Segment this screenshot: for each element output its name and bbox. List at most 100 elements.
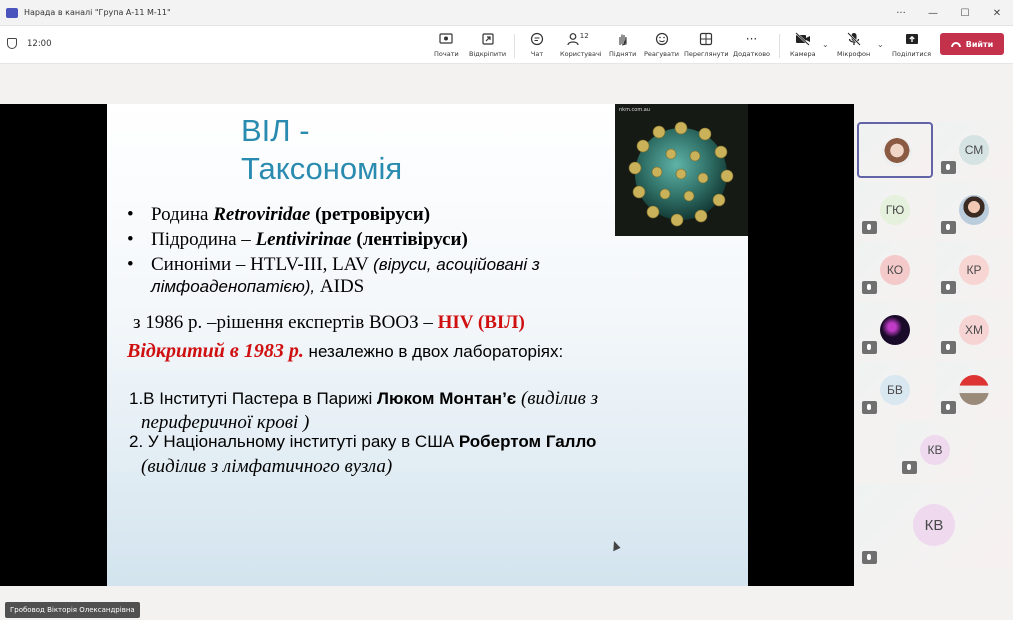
record-icon bbox=[439, 30, 453, 48]
participant-tile[interactable] bbox=[857, 122, 933, 178]
title-bar: Нарада в каналі "Група А-11 М-11" ··· — … bbox=[0, 0, 1013, 26]
bullet-text: Підродина – bbox=[151, 229, 256, 250]
toolbar-separator bbox=[514, 34, 515, 58]
participant-tile[interactable]: БВ bbox=[857, 362, 933, 418]
participant-tile[interactable] bbox=[857, 302, 933, 358]
shield-icon bbox=[7, 38, 17, 49]
lab2-text: 2. У Національному інституті раку в США bbox=[129, 432, 459, 451]
bullet-bold-term: Retroviridae bbox=[213, 204, 311, 225]
maximize-icon[interactable]: ☐ bbox=[949, 0, 981, 26]
view-button[interactable]: Переглянути bbox=[684, 30, 729, 58]
chat-icon bbox=[530, 30, 544, 48]
avatar: БВ bbox=[880, 375, 910, 405]
participant-tile[interactable]: СМ bbox=[936, 122, 1012, 178]
bullet-bold-suffix: (ретровіруси) bbox=[310, 204, 431, 225]
view-icon bbox=[699, 30, 713, 48]
slide-title: ВІЛ - Таксономія bbox=[241, 112, 402, 188]
avatar bbox=[959, 195, 989, 225]
window-more-icon[interactable]: ··· bbox=[885, 0, 917, 26]
mic-muted-icon bbox=[862, 281, 877, 294]
participant-gallery: СМ ГЮ КО КР ХМ БВ КВ КВ bbox=[854, 104, 1013, 586]
meeting-toolbar: 12:00 Почати Відкріпити Чат 12 Користува… bbox=[0, 26, 1013, 64]
raise-hand-button[interactable]: Підняти bbox=[609, 30, 636, 58]
mic-muted-icon bbox=[902, 461, 917, 474]
avatar bbox=[880, 315, 910, 345]
image-source-label: nkm.com.au bbox=[619, 107, 651, 113]
raise-hand-icon bbox=[616, 30, 630, 48]
mic-off-icon bbox=[846, 30, 861, 48]
teams-logo-icon bbox=[6, 7, 18, 18]
hiv-virus-image: nkm.com.au bbox=[615, 104, 748, 236]
unpin-label: Відкріпити bbox=[469, 50, 507, 58]
avatar: ХМ bbox=[959, 315, 989, 345]
discovery-text: незалежно в двох лабораторіях: bbox=[303, 342, 564, 361]
window-title: Нарада в каналі "Група А-11 М-11" bbox=[24, 8, 171, 17]
camera-label: Камера bbox=[790, 50, 816, 58]
camera-off-icon bbox=[795, 30, 811, 48]
react-button[interactable]: Реагувати bbox=[644, 30, 679, 58]
lab1-continuation: периферичної крові ) bbox=[141, 412, 310, 433]
lab2-continuation: (виділив з лімфатичного вузла) bbox=[141, 456, 393, 477]
share-icon bbox=[905, 30, 919, 48]
people-label: Користувачі bbox=[560, 50, 602, 58]
slide-title-line2: Таксономія bbox=[241, 151, 403, 186]
chat-button[interactable]: Чат bbox=[530, 30, 544, 58]
record-button[interactable]: Почати bbox=[434, 30, 459, 58]
lab2-scientist: Робертом Галло bbox=[458, 432, 597, 451]
participant-tile[interactable] bbox=[936, 362, 1012, 418]
microphone-label: Мікрофон bbox=[837, 50, 871, 58]
virus-illustration bbox=[628, 121, 734, 227]
who-decision-line: з 1986 р. –рішення експертів ВООЗ – HIV … bbox=[133, 312, 525, 334]
participant-tile[interactable]: ГЮ bbox=[857, 182, 933, 238]
participant-tile[interactable]: КО bbox=[857, 242, 933, 298]
avatar: КР bbox=[959, 255, 989, 285]
lab2-line: 2. У Національному інституті раку в США … bbox=[129, 432, 596, 452]
mic-muted-icon bbox=[941, 221, 956, 234]
mic-muted-icon bbox=[862, 401, 877, 414]
self-view-tile[interactable]: КВ bbox=[857, 484, 1011, 568]
people-button[interactable]: 12 Користувачі bbox=[560, 30, 602, 58]
shared-content-stage: ВІЛ - Таксономія nkm.com.au • Родина Ret… bbox=[0, 104, 854, 586]
close-icon[interactable]: ✕ bbox=[981, 0, 1013, 26]
react-label: Реагувати bbox=[644, 50, 679, 58]
avatar: КО bbox=[880, 255, 910, 285]
bullet-italic-text: (віруси, асоційовані з bbox=[373, 255, 540, 274]
unpin-icon bbox=[481, 30, 495, 48]
bottom-strip: Гробовод Вікторія Олександрівна bbox=[0, 586, 1013, 620]
discovery-year-highlight: Відкритий в 1983 р. bbox=[127, 340, 304, 362]
mic-options-chevron-down-icon[interactable]: ⌄ bbox=[877, 40, 884, 49]
bullet-text: AIDS bbox=[315, 276, 365, 297]
camera-button[interactable]: Камера bbox=[790, 30, 816, 58]
participant-tile[interactable]: ХМ bbox=[936, 302, 1012, 358]
leave-button[interactable]: Вийти bbox=[940, 33, 1004, 55]
share-label: Поділитися bbox=[892, 50, 932, 58]
lab1-scientist: Люком Монтан’є bbox=[377, 389, 517, 408]
mic-muted-icon bbox=[941, 281, 956, 294]
participant-tile[interactable] bbox=[936, 182, 1012, 238]
avatar: КВ bbox=[920, 435, 950, 465]
more-button[interactable]: ··· Додатково bbox=[733, 30, 770, 58]
microphone-button[interactable]: Мікрофон bbox=[837, 30, 870, 58]
window-controls: ··· — ☐ ✕ bbox=[885, 0, 1013, 26]
mic-muted-icon bbox=[862, 551, 877, 564]
react-icon bbox=[655, 30, 669, 48]
record-label: Почати bbox=[434, 50, 459, 58]
phone-icon bbox=[950, 41, 961, 47]
unpin-button[interactable]: Відкріпити bbox=[469, 30, 506, 58]
meeting-timer: 12:00 bbox=[7, 38, 52, 49]
lab1-text: 1.В Інституті Пастера в Парижі bbox=[129, 389, 378, 408]
avatar: СМ bbox=[959, 135, 989, 165]
bullet-subfamily: Підродина – Lentivirinae (лентівіруси) bbox=[127, 229, 540, 251]
bullet-text: Синоніми – HTLV-III, LAV bbox=[151, 254, 374, 275]
minimize-icon[interactable]: — bbox=[917, 0, 949, 26]
participant-tile[interactable]: КВ bbox=[897, 422, 973, 478]
lab1-line: 1.В Інституті Пастера в Парижі Люком Мон… bbox=[129, 388, 598, 410]
presenter-name-label: Гробовод Вікторія Олександрівна bbox=[5, 602, 140, 618]
who-decision-text: з 1986 р. –рішення експертів ВООЗ – bbox=[133, 312, 438, 333]
mic-muted-icon bbox=[941, 341, 956, 354]
camera-options-chevron-down-icon[interactable]: ⌄ bbox=[822, 40, 829, 49]
participant-tile[interactable]: КР bbox=[936, 242, 1012, 298]
bullet-text: Родина bbox=[151, 204, 214, 225]
people-icon: 12 bbox=[566, 30, 596, 48]
share-button[interactable]: Поділитися bbox=[892, 30, 931, 58]
